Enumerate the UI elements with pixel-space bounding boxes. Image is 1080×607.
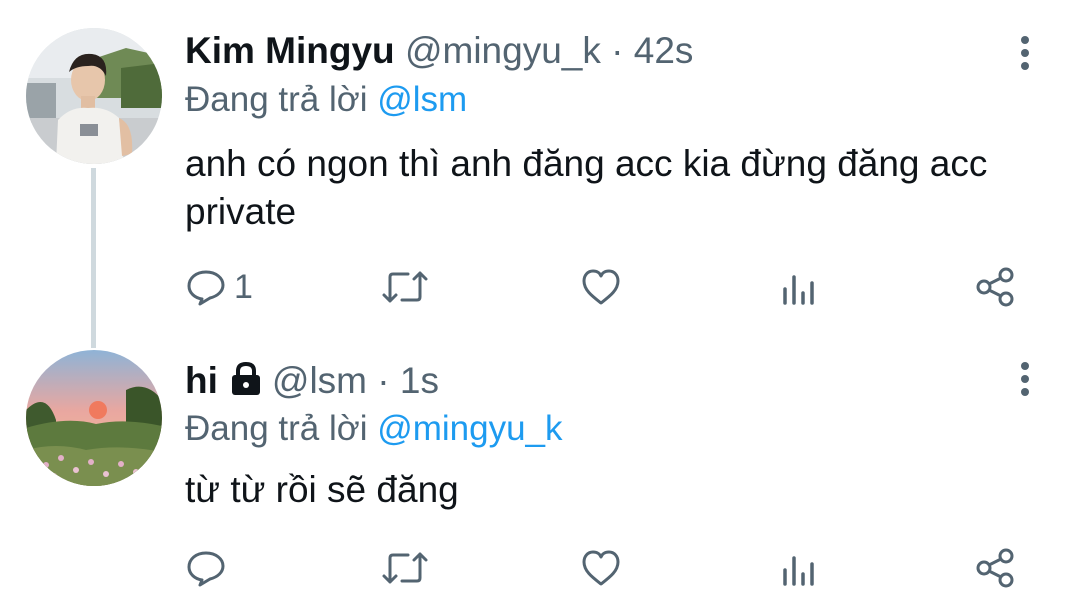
stats-button[interactable] (780, 262, 816, 312)
timestamp[interactable]: 1s (400, 360, 439, 401)
retweet-icon (382, 552, 428, 584)
more-vertical-icon[interactable] (1018, 36, 1032, 75)
separator-dot: · (377, 360, 390, 401)
reply-icon (187, 551, 225, 587)
retweet-button[interactable] (380, 543, 430, 593)
replying-prefix: Đang trả lời (185, 80, 368, 119)
replying-mention-link[interactable]: @mingyu_k (377, 409, 562, 448)
stats-button[interactable] (780, 543, 816, 593)
replying-to: Đang trả lời @mingyu_k (185, 407, 563, 451)
reply-button[interactable]: 1 (186, 262, 253, 312)
heart-icon (582, 269, 620, 305)
share-icon (976, 548, 1014, 588)
share-button[interactable] (975, 262, 1017, 312)
reply-icon (187, 270, 225, 306)
stats-icon (783, 556, 814, 586)
more-vertical-icon[interactable] (1018, 362, 1032, 401)
replying-prefix: Đang trả lời (185, 409, 368, 448)
thread-line (91, 168, 96, 348)
stats-icon (783, 275, 814, 305)
like-button[interactable] (580, 543, 622, 593)
timestamp[interactable]: 42s (634, 30, 694, 71)
retweet-button[interactable] (380, 262, 430, 312)
share-button[interactable] (975, 543, 1017, 593)
tweet-kim-mingyu[interactable]: Kim Mingyu @mingyu_k · 42s Đang trả lời … (0, 0, 1080, 348)
tweet-text: anh có ngon thì anh đăng acc kia đừng đă… (185, 143, 988, 232)
tweet-text: từ từ rồi sẽ đăng (185, 469, 459, 510)
display-name[interactable]: Kim Mingyu (185, 30, 395, 71)
replying-to: Đang trả lời @lsm (185, 78, 467, 122)
heart-icon (582, 550, 620, 586)
separator-dot: · (611, 30, 624, 71)
display-name[interactable]: hi (185, 360, 218, 401)
share-icon (976, 267, 1014, 307)
reply-button[interactable] (186, 543, 234, 593)
reply-count: 1 (234, 267, 253, 306)
avatar[interactable] (26, 350, 162, 486)
tweet-header: hi @lsm · 1s (185, 358, 439, 404)
tweet-hi[interactable]: hi @lsm · 1s Đang trả lời @mingyu_k từ từ… (0, 340, 1080, 607)
retweet-icon (382, 271, 428, 303)
user-handle[interactable]: @mingyu_k (405, 30, 601, 71)
avatar[interactable] (26, 28, 162, 164)
user-handle[interactable]: @lsm (272, 360, 367, 401)
replying-mention-link[interactable]: @lsm (377, 80, 467, 119)
lock-icon (231, 361, 260, 395)
tweet-header: Kim Mingyu @mingyu_k · 42s (185, 28, 693, 74)
tweet-actions: 1 (0, 262, 1080, 312)
tweet-actions (0, 543, 1080, 593)
like-button[interactable] (580, 262, 622, 312)
